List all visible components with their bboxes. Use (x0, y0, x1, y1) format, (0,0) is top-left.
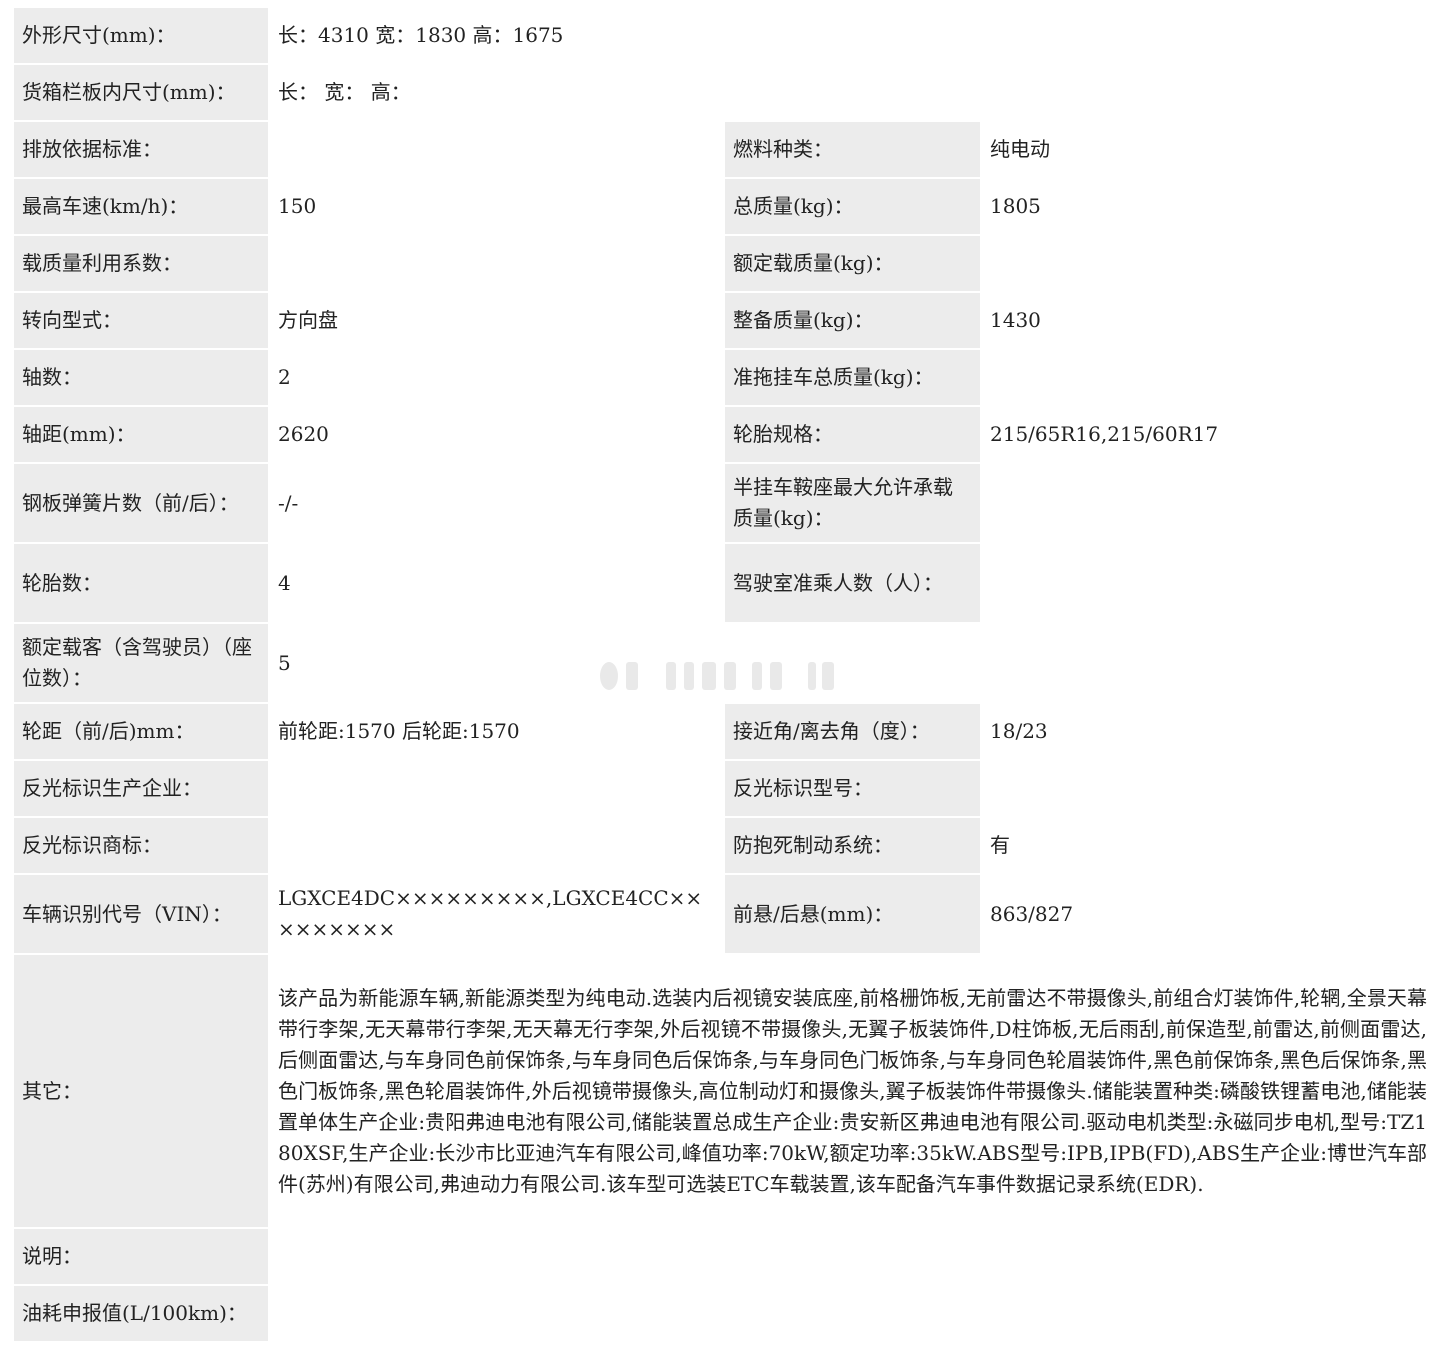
row-tires-cab: 轮胎数： 4 驾驶室准乘人数（人）： (12, 542, 1437, 624)
row-other: 其它： 该产品为新能源车辆,新能源类型为纯电动.选装内后视镜安装底座,前格栅饰板… (12, 953, 1437, 1229)
track-width-value: 前轮距:1570 后轮距:1570 (268, 702, 725, 761)
load-util-value (268, 234, 725, 293)
tire-count-label: 轮胎数： (12, 542, 270, 624)
overhang-value: 863/827 (980, 873, 1437, 955)
passengers-label: 额定载客（含驾驶员）（座位数）： (12, 622, 270, 704)
fuel-type-label: 燃料种类： (723, 120, 982, 179)
approach-angle-value: 18/23 (980, 702, 1437, 761)
abs-value: 有 (980, 816, 1437, 875)
saddle-load-label: 半挂车鞍座最大允许承载质量(kg)： (723, 462, 982, 544)
axles-value: 2 (268, 348, 725, 407)
row-reflector-maker: 反光标识生产企业： 反光标识型号： (12, 759, 1437, 818)
overhang-label: 前悬/后悬(mm)： (723, 873, 982, 955)
row-emission-fuel: 排放依据标准： 燃料种类： 纯电动 (12, 120, 1437, 179)
row-axles-trailer: 轴数： 2 准拖挂车总质量(kg)： (12, 348, 1437, 407)
reflector-brand-label: 反光标识商标： (12, 816, 270, 875)
wheelbase-value: 2620 (268, 405, 725, 464)
curb-mass-label: 整备质量(kg)： (723, 291, 982, 350)
spring-count-value: -/- (268, 462, 725, 544)
row-passengers: 额定载客（含驾驶员）（座位数）： 5 (12, 622, 1437, 704)
fuel-consumption-label: 油耗申报值(L/100km)： (12, 1284, 270, 1343)
axles-label: 轴数： (12, 348, 270, 407)
reflector-brand-value (268, 816, 725, 875)
tire-spec-label: 轮胎规格： (723, 405, 982, 464)
row-note: 说明： (12, 1227, 1437, 1286)
vin-value: LGXCE4DC×××××××××,LGXCE4CC××××××××× (268, 873, 725, 955)
other-label: 其它： (12, 953, 270, 1229)
max-speed-label: 最高车速(km/h)： (12, 177, 270, 236)
fuel-type-value: 纯电动 (980, 120, 1437, 179)
row-cargo-box: 货箱栏板内尺寸(mm)： 长： 宽： 高： (12, 63, 1437, 122)
row-steering-curb: 转向型式： 方向盘 整备质量(kg)： 1430 (12, 291, 1437, 350)
load-util-label: 载质量利用系数： (12, 234, 270, 293)
cargo-box-label: 货箱栏板内尺寸(mm)： (12, 63, 270, 122)
max-speed-value: 150 (268, 177, 725, 236)
trailer-mass-value (980, 348, 1437, 407)
rated-load-label: 额定载质量(kg)： (723, 234, 982, 293)
note-label: 说明： (12, 1227, 270, 1286)
total-mass-label: 总质量(kg)： (723, 177, 982, 236)
steering-value: 方向盘 (268, 291, 725, 350)
other-value: 该产品为新能源车辆,新能源类型为纯电动.选装内后视镜安装底座,前格栅饰板,无前雷… (268, 953, 1437, 1229)
row-fuel-consumption: 油耗申报值(L/100km)： (12, 1284, 1437, 1343)
row-load: 载质量利用系数： 额定载质量(kg)： (12, 234, 1437, 293)
row-spring-saddle: 钢板弹簧片数（前/后）： -/- 半挂车鞍座最大允许承载质量(kg)： (12, 462, 1437, 544)
cab-occupants-label: 驾驶室准乘人数（人）： (723, 542, 982, 624)
fuel-consumption-value (268, 1284, 1437, 1343)
dimensions-label: 外形尺寸(mm)： (12, 6, 270, 65)
emission-standard-label: 排放依据标准： (12, 120, 270, 179)
total-mass-value: 1805 (980, 177, 1437, 236)
cargo-box-value: 长： 宽： 高： (268, 63, 1437, 122)
dimensions-value: 长：4310 宽：1830 高：1675 (268, 6, 1437, 65)
wheelbase-label: 轴距(mm)： (12, 405, 270, 464)
row-vin-overhang: 车辆识别代号（VIN）： LGXCE4DC×××××××××,LGXCE4CC×… (12, 873, 1437, 955)
curb-mass-value: 1430 (980, 291, 1437, 350)
track-width-label: 轮距（前/后)mm： (12, 702, 270, 761)
reflector-maker-label: 反光标识生产企业： (12, 759, 270, 818)
reflector-model-value (980, 759, 1437, 818)
rated-load-value (980, 234, 1437, 293)
abs-label: 防抱死制动系统： (723, 816, 982, 875)
saddle-load-value (980, 462, 1437, 544)
cab-occupants-value (980, 542, 1437, 624)
row-wheelbase-tires: 轴距(mm)： 2620 轮胎规格： 215/65R16,215/60R17 (12, 405, 1437, 464)
reflector-maker-value (268, 759, 725, 818)
emission-standard-value (268, 120, 725, 179)
row-dimensions: 外形尺寸(mm)： 长：4310 宽：1830 高：1675 (12, 6, 1437, 65)
reflector-model-label: 反光标识型号： (723, 759, 982, 818)
passengers-value: 5 (268, 622, 1437, 704)
row-track-angle: 轮距（前/后)mm： 前轮距:1570 后轮距:1570 接近角/离去角（度）：… (12, 702, 1437, 761)
vin-label: 车辆识别代号（VIN）： (12, 873, 270, 955)
row-speed-mass: 最高车速(km/h)： 150 总质量(kg)： 1805 (12, 177, 1437, 236)
note-value (268, 1227, 1437, 1286)
tire-spec-value: 215/65R16,215/60R17 (980, 405, 1437, 464)
approach-angle-label: 接近角/离去角（度）： (723, 702, 982, 761)
vehicle-spec-table: 外形尺寸(mm)： 长：4310 宽：1830 高：1675 货箱栏板内尺寸(m… (12, 6, 1437, 1343)
steering-label: 转向型式： (12, 291, 270, 350)
tire-count-value: 4 (268, 542, 725, 624)
row-reflector-brand-abs: 反光标识商标： 防抱死制动系统： 有 (12, 816, 1437, 875)
spring-count-label: 钢板弹簧片数（前/后）： (12, 462, 270, 544)
trailer-mass-label: 准拖挂车总质量(kg)： (723, 348, 982, 407)
